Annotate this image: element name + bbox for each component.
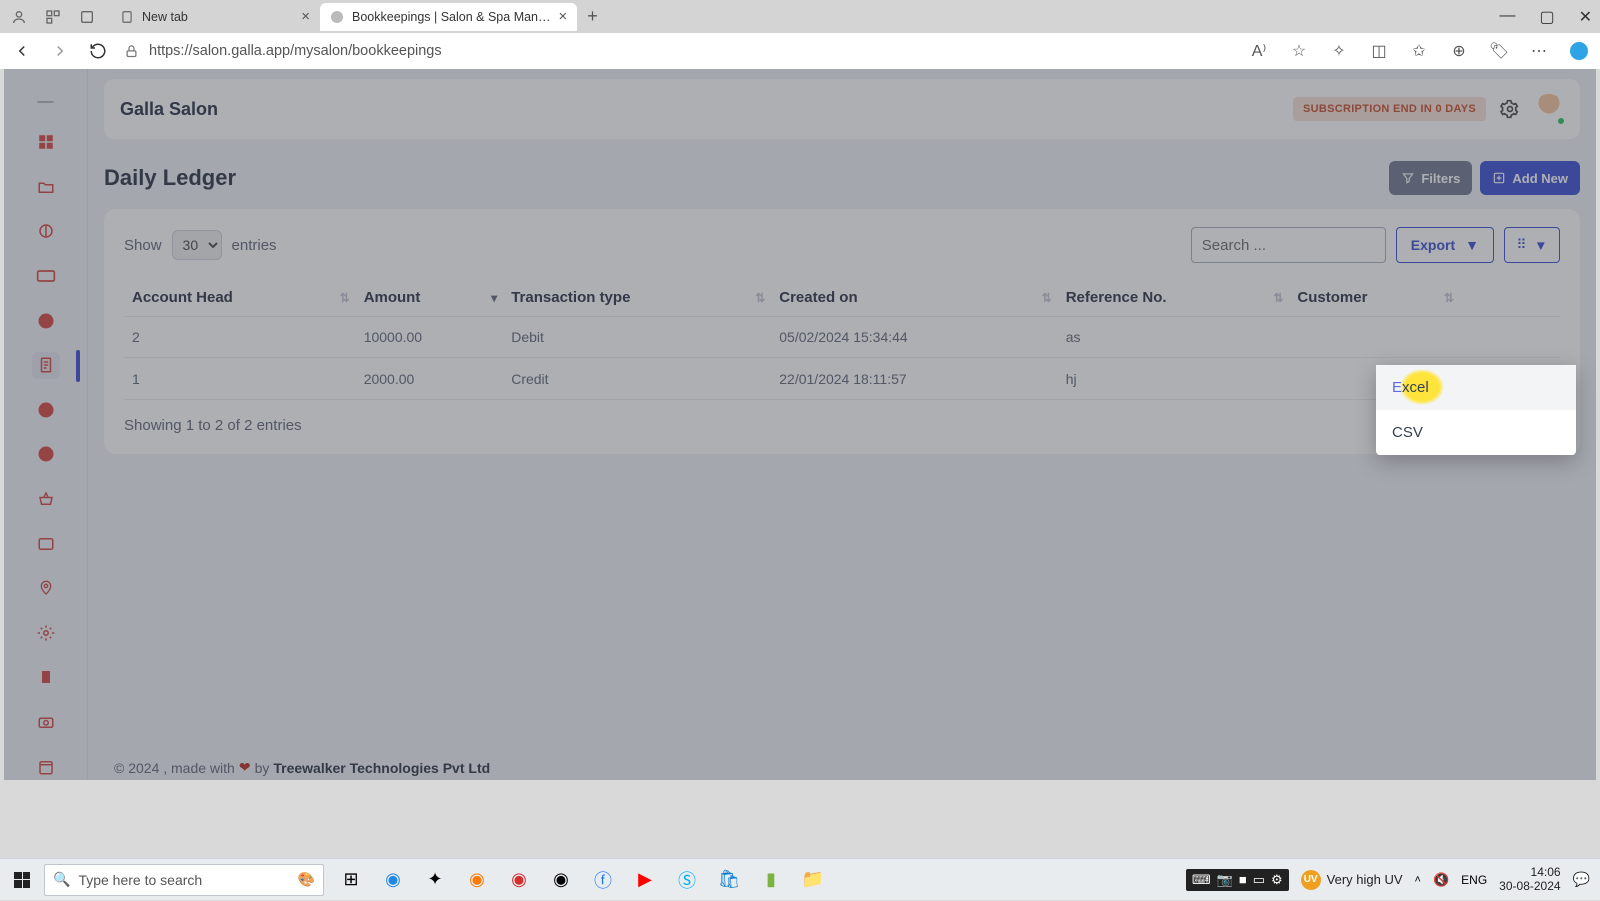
workspaces-icon[interactable] [42,6,64,28]
export-dropdown: Excel CSV [1376,365,1576,455]
page-icon [120,10,134,24]
chrome-icon[interactable]: ◉ [546,865,576,895]
export-csv[interactable]: CSV [1376,410,1576,455]
explorer-icon[interactable]: 📁 [798,865,828,895]
back-icon[interactable] [10,39,34,63]
tray-chevron-icon[interactable]: ˄ [1415,874,1421,886]
tab-new-tab[interactable]: New tab × [110,3,320,31]
language-indicator[interactable]: ENG [1461,873,1487,887]
gear-tray-icon: ⚙ [1271,872,1283,888]
video-tray-icon: ■ [1239,872,1247,887]
camera-tray-icon: 📷 [1217,872,1233,888]
export-excel[interactable]: Excel [1376,365,1576,410]
shopping-icon[interactable]: 🏷 [1488,40,1510,62]
tray-tools[interactable]: ⌨ 📷 ■ ▭ ⚙ [1186,869,1289,891]
close-icon[interactable]: × [551,8,568,25]
profile-icon[interactable] [8,6,30,28]
modal-overlay[interactable] [4,69,1596,780]
edge-icon[interactable]: ◉ [378,865,408,895]
lock-icon [124,44,139,59]
taskbar-search[interactable]: 🔍 Type here to search 🎨 [44,864,324,896]
youtube-icon[interactable]: ▶ [630,865,660,895]
firefox-icon[interactable]: ◉ [462,865,492,895]
close-window-icon[interactable]: ✕ [1579,7,1592,27]
close-icon[interactable]: × [293,8,310,25]
task-view-icon[interactable]: ⊞ [336,865,366,895]
favicon-icon [330,10,344,24]
facebook-icon[interactable]: ⓕ [588,865,618,895]
search-icon: 🔍 [53,871,70,888]
copilot-task-icon[interactable]: ✦ [420,865,450,895]
weather-widget[interactable]: UV Very high UV [1301,870,1403,890]
new-tab-button[interactable]: + [577,6,608,27]
taskbar: 🔍 Type here to search 🎨 ⊞ ◉ ✦ ◉ ◉ ◉ ⓕ ▶ … [0,858,1600,900]
store-icon[interactable]: 🛍 [714,865,744,895]
start-button[interactable] [0,859,44,901]
notifications-icon[interactable]: 💬 [1573,871,1590,888]
record-icon[interactable]: ◉ [504,865,534,895]
minimize-icon[interactable]: — [1499,7,1515,27]
refresh-icon[interactable] [86,39,110,63]
favorite-icon[interactable]: ☆ [1288,40,1310,62]
split-screen-icon[interactable]: ◫ [1368,40,1390,62]
tab-actions-icon[interactable] [76,6,98,28]
copilot-icon[interactable] [1568,40,1590,62]
tab-bookkeepings[interactable]: Bookkeepings | Salon & Spa Man… × [320,3,577,31]
collections-icon[interactable]: ⊕ [1448,40,1470,62]
maximize-icon[interactable]: ▢ [1539,7,1554,27]
skype-icon[interactable]: Ⓢ [672,865,702,895]
extensions-icon[interactable]: ✧ [1328,40,1350,62]
url-text: https://salon.galla.app/mysalon/bookkeep… [149,43,442,59]
search-art-icon: 🎨 [298,871,315,888]
forward-icon[interactable] [48,39,72,63]
tab-title: Bookkeepings | Salon & Spa Man… [352,10,551,24]
favorites-bar-icon[interactable]: ✩ [1408,40,1430,62]
tab-title: New tab [142,10,188,24]
clock[interactable]: 14:06 30-08-2024 [1499,866,1560,894]
app-icon[interactable]: ▮ [756,865,786,895]
keyboard-icon: ⌨ [1192,872,1211,888]
sound-muted-icon[interactable]: 🔇 [1433,872,1449,888]
read-aloud-icon[interactable]: A⁾ [1248,40,1270,62]
address-bar[interactable]: https://salon.galla.app/mysalon/bookkeep… [124,43,1234,59]
window-tray-icon: ▭ [1253,872,1265,888]
more-icon[interactable]: ⋯ [1528,40,1550,62]
